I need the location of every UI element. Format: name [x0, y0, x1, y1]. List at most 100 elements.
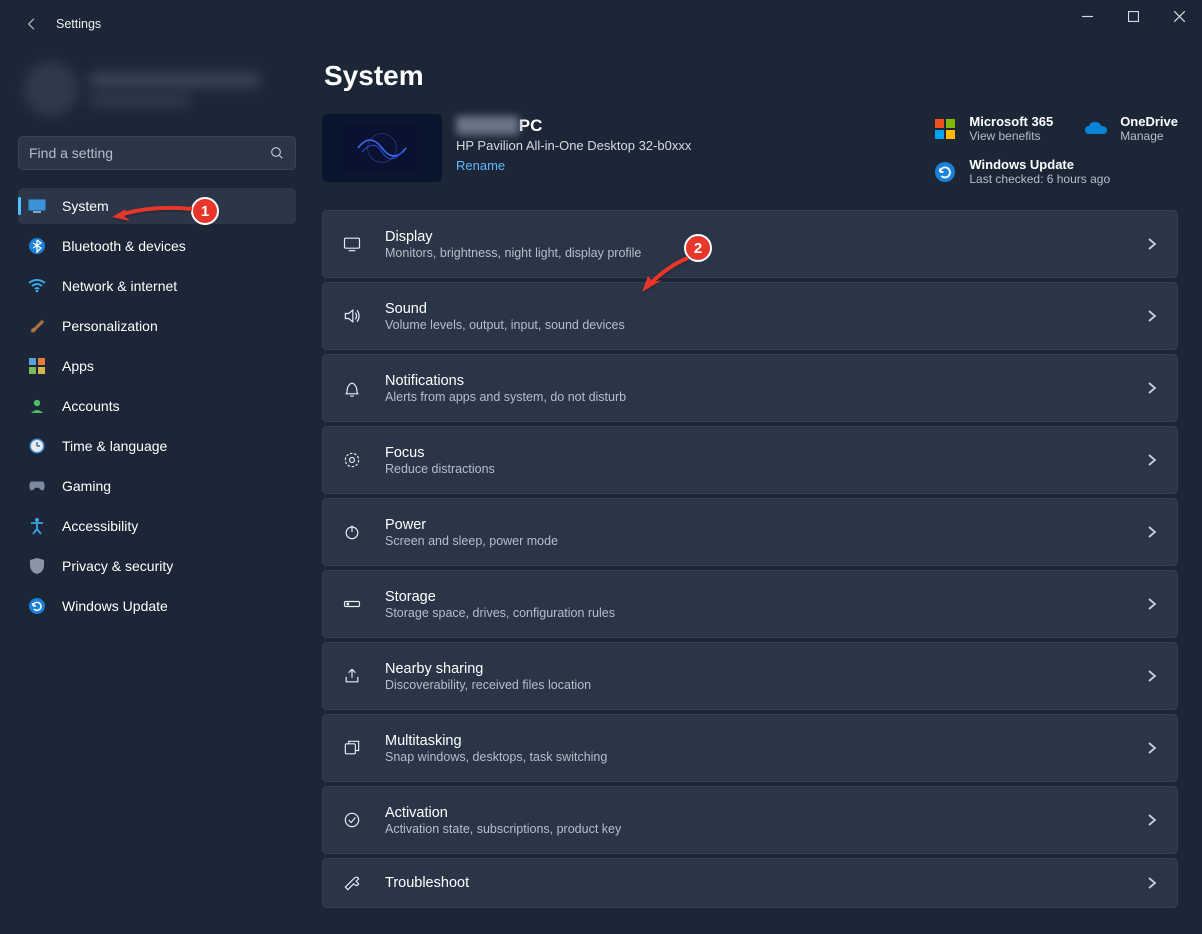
quicklink-onedrive[interactable]: OneDriveManage	[1083, 114, 1178, 143]
search-input[interactable]	[29, 145, 269, 161]
back-button[interactable]	[18, 10, 46, 38]
device-model: HP Pavilion All-in-One Desktop 32-b0xxx	[456, 138, 918, 153]
nav-label: Time & language	[62, 438, 167, 454]
card-title: Multitasking	[385, 733, 1123, 749]
main-content: System xxxxxxPC HP Pavilion All-in-One D…	[310, 48, 1202, 934]
sound-icon	[341, 305, 363, 327]
clock-icon	[28, 437, 46, 455]
nav-label: Windows Update	[62, 598, 168, 614]
nav-item-personalization[interactable]: Personalization	[18, 308, 296, 344]
search-box[interactable]	[18, 136, 296, 170]
chevron-right-icon	[1145, 525, 1159, 539]
ql-sub: View benefits	[969, 129, 1053, 143]
chevron-right-icon	[1145, 237, 1159, 251]
accessibility-icon	[28, 517, 46, 535]
nav-label: Privacy & security	[62, 558, 173, 574]
paintbrush-icon	[28, 317, 46, 335]
nav-label: Apps	[62, 358, 94, 374]
card-title: Activation	[385, 805, 1123, 821]
card-storage[interactable]: StorageStorage space, drives, configurat…	[322, 570, 1178, 638]
focus-icon	[341, 449, 363, 471]
check-icon	[341, 809, 363, 831]
card-notifications[interactable]: NotificationsAlerts from apps and system…	[322, 354, 1178, 422]
nav-item-accessibility[interactable]: Accessibility	[18, 508, 296, 544]
chevron-right-icon	[1145, 813, 1159, 827]
card-focus[interactable]: FocusReduce distractions	[322, 426, 1178, 494]
onedrive-icon	[1083, 116, 1109, 142]
minimize-button[interactable]	[1064, 0, 1110, 32]
wrench-icon	[341, 872, 363, 894]
sidebar: System Bluetooth & devices Network & int…	[0, 48, 310, 934]
quicklink-windows-update[interactable]: Windows UpdateLast checked: 6 hours ago	[932, 157, 1110, 186]
card-sub: Snap windows, desktops, task switching	[385, 750, 1123, 764]
quicklink-microsoft365[interactable]: Microsoft 365View benefits	[932, 114, 1053, 143]
nav-list: System Bluetooth & devices Network & int…	[18, 188, 296, 624]
display-icon	[341, 233, 363, 255]
card-activation[interactable]: ActivationActivation state, subscription…	[322, 786, 1178, 854]
card-title: Sound	[385, 301, 1123, 317]
power-icon	[341, 521, 363, 543]
device-header: xxxxxxPC HP Pavilion All-in-One Desktop …	[322, 114, 1178, 186]
nav-item-privacy[interactable]: Privacy & security	[18, 548, 296, 584]
chevron-right-icon	[1145, 597, 1159, 611]
card-title: Notifications	[385, 373, 1123, 389]
nav-label: System	[62, 198, 109, 214]
device-name: xxxxxxPC	[456, 116, 918, 136]
maximize-button[interactable]	[1110, 0, 1156, 32]
nav-item-accounts[interactable]: Accounts	[18, 388, 296, 424]
card-title: Storage	[385, 589, 1123, 605]
card-sub: Activation state, subscriptions, product…	[385, 822, 1123, 836]
nav-item-network[interactable]: Network & internet	[18, 268, 296, 304]
user-profile-blurred	[18, 48, 296, 130]
update-icon	[28, 597, 46, 615]
device-thumbnail	[322, 114, 442, 182]
wifi-icon	[28, 277, 46, 295]
card-nearby-sharing[interactable]: Nearby sharingDiscoverability, received …	[322, 642, 1178, 710]
nav-item-bluetooth[interactable]: Bluetooth & devices	[18, 228, 296, 264]
ql-sub: Last checked: 6 hours ago	[969, 172, 1110, 186]
card-sub: Screen and sleep, power mode	[385, 534, 1123, 548]
rename-link[interactable]: Rename	[456, 158, 505, 173]
close-button[interactable]	[1156, 0, 1202, 32]
nav-label: Bluetooth & devices	[62, 238, 186, 254]
card-title: Focus	[385, 445, 1123, 461]
card-power[interactable]: PowerScreen and sleep, power mode	[322, 498, 1178, 566]
microsoft365-icon	[932, 116, 958, 142]
person-icon	[28, 397, 46, 415]
share-icon	[341, 665, 363, 687]
nav-item-time-language[interactable]: Time & language	[18, 428, 296, 464]
bell-icon	[341, 377, 363, 399]
search-icon	[269, 145, 285, 161]
avatar	[24, 62, 78, 116]
nav-label: Personalization	[62, 318, 158, 334]
nav-label: Network & internet	[62, 278, 177, 294]
card-title: Power	[385, 517, 1123, 533]
card-troubleshoot[interactable]: Troubleshoot	[322, 858, 1178, 908]
update-icon	[932, 159, 958, 185]
card-sound[interactable]: SoundVolume levels, output, input, sound…	[322, 282, 1178, 350]
bluetooth-icon	[28, 237, 46, 255]
card-title: Display	[385, 229, 1123, 245]
nav-item-system[interactable]: System	[18, 188, 296, 224]
ql-sub: Manage	[1120, 129, 1178, 143]
nav-item-gaming[interactable]: Gaming	[18, 468, 296, 504]
ql-title: OneDrive	[1120, 114, 1178, 129]
chevron-right-icon	[1145, 669, 1159, 683]
settings-cards: DisplayMonitors, brightness, night light…	[322, 210, 1178, 908]
ql-title: Microsoft 365	[969, 114, 1053, 129]
chevron-right-icon	[1145, 876, 1159, 890]
chevron-right-icon	[1145, 453, 1159, 467]
nav-label: Gaming	[62, 478, 111, 494]
nav-item-windows-update[interactable]: Windows Update	[18, 588, 296, 624]
title-bar: Settings	[0, 0, 1202, 48]
nav-label: Accounts	[62, 398, 120, 414]
gamepad-icon	[28, 477, 46, 495]
chevron-right-icon	[1145, 381, 1159, 395]
card-sub: Alerts from apps and system, do not dist…	[385, 390, 1123, 404]
nav-item-apps[interactable]: Apps	[18, 348, 296, 384]
card-sub: Storage space, drives, configuration rul…	[385, 606, 1123, 620]
card-display[interactable]: DisplayMonitors, brightness, night light…	[322, 210, 1178, 278]
card-sub: Volume levels, output, input, sound devi…	[385, 318, 1123, 332]
ql-title: Windows Update	[969, 157, 1110, 172]
card-multitasking[interactable]: MultitaskingSnap windows, desktops, task…	[322, 714, 1178, 782]
